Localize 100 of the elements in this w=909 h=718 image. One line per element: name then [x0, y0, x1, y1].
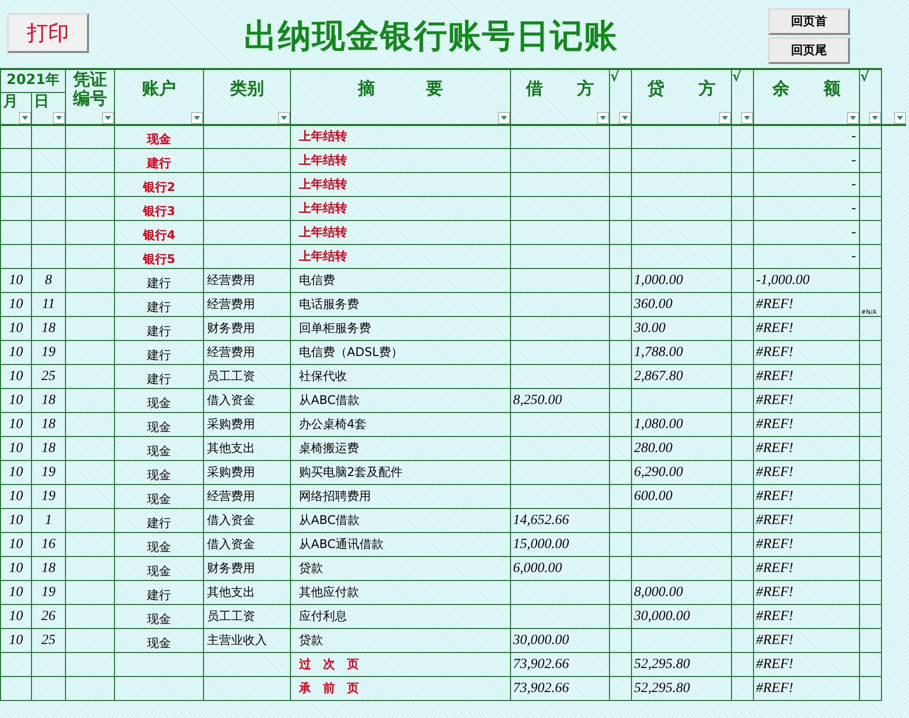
- balance-cell: -: [851, 248, 856, 264]
- summary-cell: 上年结转: [299, 225, 347, 239]
- filter-dropdown[interactable]: [53, 112, 65, 124]
- category-cell: 采购费用: [207, 465, 255, 479]
- account-cell: 银行2: [142, 180, 176, 194]
- filter-dropdown[interactable]: [498, 112, 510, 124]
- day-cell: 8: [45, 272, 52, 288]
- filter-dropdown[interactable]: [191, 112, 203, 124]
- month-cell: 10: [9, 584, 23, 600]
- filter-dropdown[interactable]: [19, 112, 31, 124]
- month-cell: 10: [9, 296, 23, 312]
- column-header: √: [732, 69, 754, 110]
- credit-cell: 280.00: [634, 440, 672, 456]
- month-cell: 10: [9, 536, 23, 552]
- month-cell: 10: [9, 512, 23, 528]
- credit-cell: 30.00: [634, 320, 666, 336]
- filter-dropdown[interactable]: [894, 112, 906, 124]
- day-cell: 18: [42, 392, 56, 408]
- category-cell: 财务费用: [207, 561, 255, 575]
- account-cell: 现金: [147, 396, 171, 410]
- credit-cell: 52,295.80: [634, 656, 690, 672]
- credit-cell: 8,000.00: [634, 584, 683, 600]
- account-cell: 现金: [147, 540, 171, 554]
- day-cell: 19: [42, 344, 56, 360]
- month-cell: 10: [9, 272, 23, 288]
- debit-cell: 6,000.00: [513, 560, 562, 576]
- account-cell: 现金: [147, 420, 171, 434]
- category-cell: 借入资金: [207, 513, 255, 527]
- balance-cell: #REF!: [756, 296, 794, 312]
- balance-cell: #REF!: [756, 344, 794, 360]
- summary-cell: 桌椅搬运费: [299, 441, 359, 455]
- credit-cell: 1,080.00: [634, 416, 683, 432]
- filter-dropdown[interactable]: [869, 112, 881, 124]
- month-cell: 10: [9, 320, 23, 336]
- account-cell: 建行: [147, 372, 171, 386]
- day-cell: 18: [42, 440, 56, 456]
- summary-cell: 上年结转: [299, 129, 347, 144]
- column-header: 月: [0, 92, 32, 110]
- balance-cell: #REF!: [756, 464, 794, 480]
- account-cell: 现金: [147, 612, 171, 626]
- filter-dropdown[interactable]: [847, 112, 859, 124]
- month-cell: 10: [9, 488, 23, 504]
- summary-cell: 承 前 页: [299, 681, 359, 695]
- balance-cell: #REF!: [756, 680, 794, 696]
- summary-cell: 应付利息: [299, 609, 347, 623]
- summary-cell: 上年结转: [299, 177, 347, 191]
- account-cell: 现金: [147, 492, 171, 506]
- credit-cell: 2,867.80: [634, 368, 683, 384]
- account-cell: 建行: [147, 324, 171, 338]
- column-header: 借 方: [510, 69, 610, 110]
- credit-cell: 360.00: [634, 296, 672, 312]
- balance-cell: -: [851, 200, 856, 216]
- year-header: 2021年: [0, 69, 66, 92]
- summary-cell: 电信费: [299, 273, 335, 287]
- day-cell: 1: [45, 512, 52, 528]
- month-cell: 10: [9, 368, 23, 384]
- category-cell: 借入资金: [207, 393, 255, 407]
- nav-button[interactable]: 回页首: [768, 8, 850, 35]
- page-title: 出纳现金银行账号日记账: [244, 15, 618, 57]
- balance-cell: #REF!: [756, 656, 794, 672]
- balance-cell: -1,000.00: [756, 272, 810, 288]
- category-cell: 借入资金: [207, 537, 255, 551]
- day-cell: 25: [42, 632, 56, 648]
- month-cell: 10: [9, 344, 23, 360]
- filter-dropdown[interactable]: [719, 112, 731, 124]
- filter-dropdown[interactable]: [278, 112, 290, 124]
- filter-dropdown[interactable]: [102, 112, 114, 124]
- credit-cell: 1,000.00: [634, 272, 683, 288]
- filter-dropdown[interactable]: [619, 112, 631, 124]
- balance-cell: #REF!: [756, 320, 794, 336]
- summary-cell: 回单柜服务费: [299, 321, 371, 335]
- day-cell: 18: [42, 560, 56, 576]
- category-cell: 经营费用: [207, 297, 255, 311]
- category-cell: 其他支出: [207, 585, 255, 599]
- filter-dropdown[interactable]: [597, 112, 609, 124]
- print-button[interactable]: 打印: [7, 13, 89, 53]
- column-header: 摘 要: [290, 69, 510, 110]
- category-cell: 财务费用: [207, 321, 255, 335]
- summary-cell: 贷款: [299, 633, 323, 647]
- nav-button[interactable]: 回页尾: [768, 37, 850, 64]
- month-cell: 10: [9, 392, 23, 408]
- account-cell: 现金: [147, 468, 171, 482]
- account-cell: 现金: [147, 564, 171, 578]
- summary-cell: 网络招聘费用: [299, 489, 371, 503]
- column-header: √: [860, 69, 882, 110]
- day-cell: 19: [42, 464, 56, 480]
- debit-cell: 8,250.00: [513, 392, 562, 408]
- category-cell: 经营费用: [207, 273, 255, 287]
- credit-cell: 6,290.00: [634, 464, 683, 480]
- month-cell: 10: [9, 416, 23, 432]
- day-cell: 18: [42, 320, 56, 336]
- day-cell: 25: [42, 368, 56, 384]
- balance-cell: #REF!: [756, 368, 794, 384]
- balance-cell: #REF!: [756, 560, 794, 576]
- filter-dropdown[interactable]: [741, 112, 753, 124]
- debit-cell: 73,902.66: [513, 656, 569, 672]
- day-cell: 16: [42, 536, 56, 552]
- summary-cell: 从ABC借款: [299, 393, 360, 407]
- month-cell: 10: [9, 608, 23, 624]
- column-header: 账户: [114, 69, 204, 110]
